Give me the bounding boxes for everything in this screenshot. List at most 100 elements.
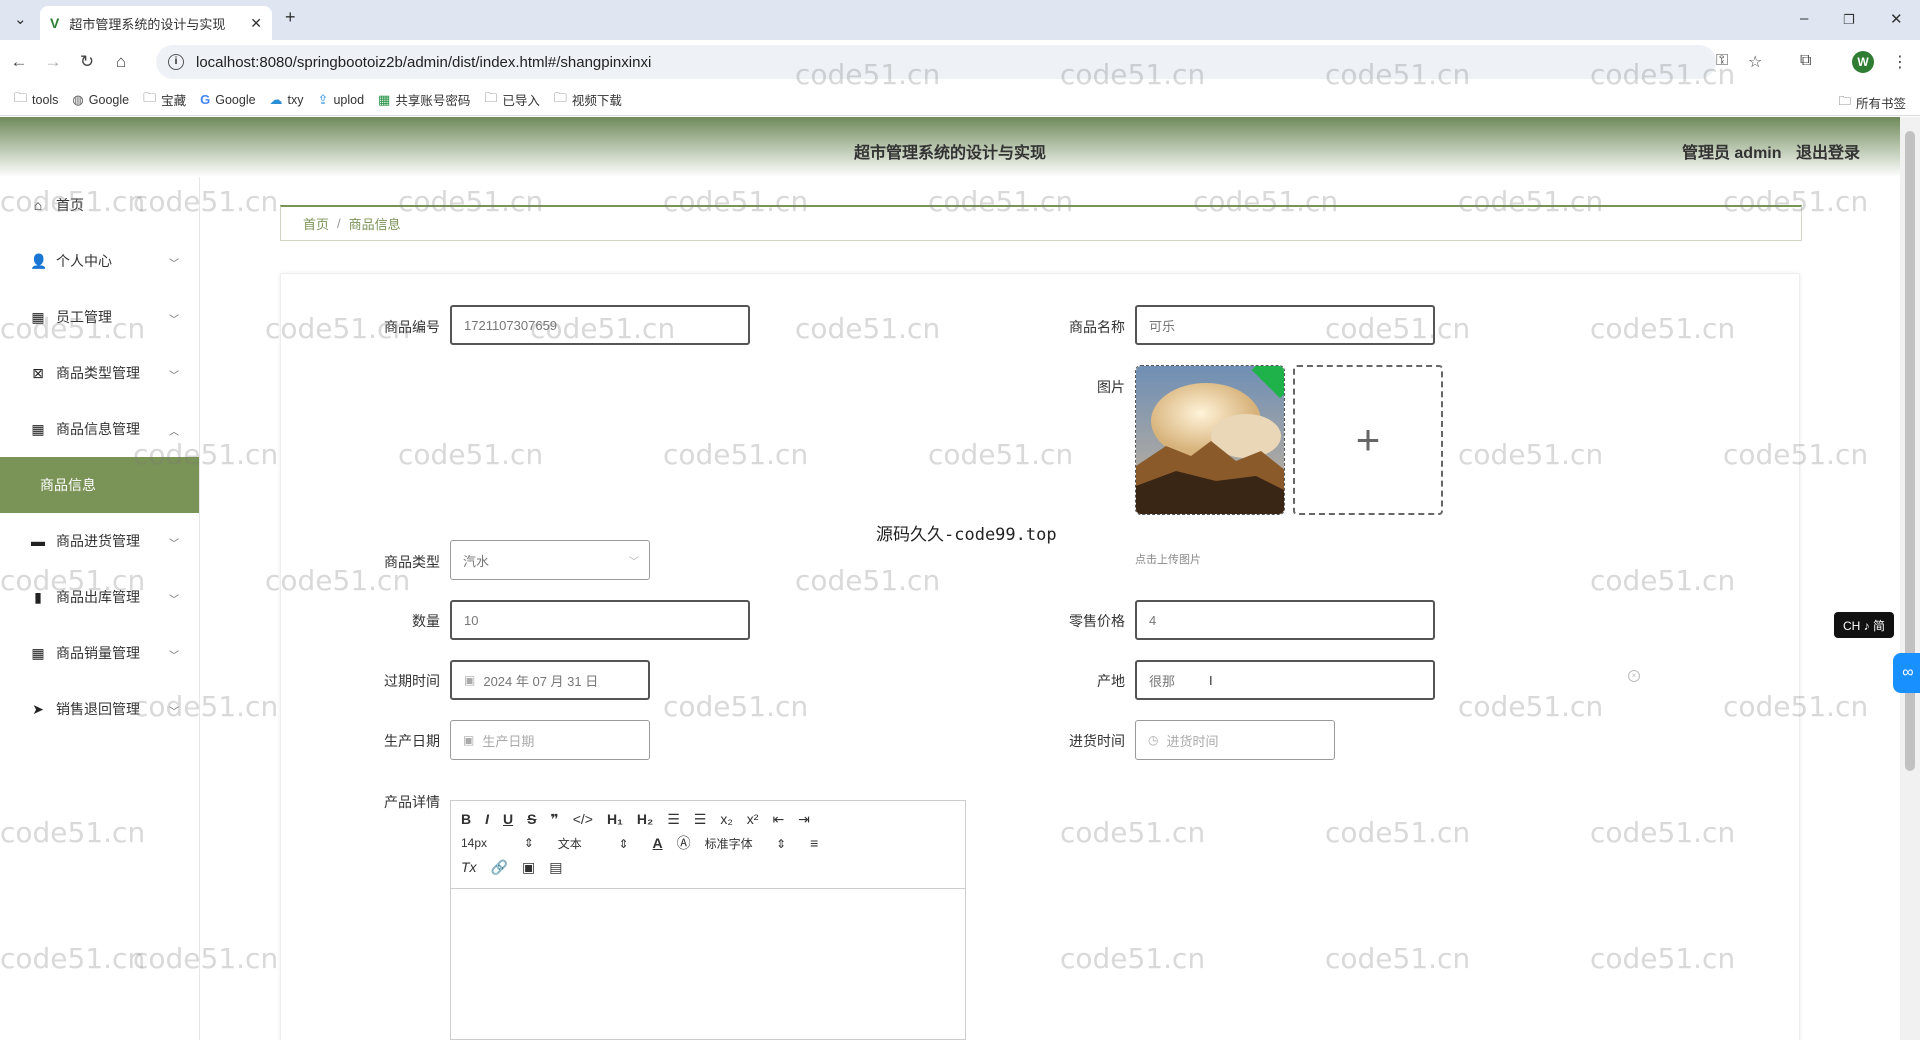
- origin-input[interactable]: 很那 I: [1135, 660, 1435, 700]
- bookmark-uplod[interactable]: ⇪ uplod: [318, 92, 365, 108]
- text-type-select[interactable]: 文本 ⇕: [558, 835, 629, 852]
- italic-icon[interactable]: I: [485, 811, 489, 827]
- bookmark-tools[interactable]: 🗀 tools: [14, 89, 58, 111]
- product-code-input[interactable]: 1721107307659: [450, 305, 750, 345]
- underline-icon[interactable]: U: [503, 811, 513, 827]
- new-tab-icon[interactable]: +: [285, 7, 296, 28]
- quantity-input[interactable]: 10: [450, 600, 750, 640]
- product-image-thumbnail[interactable]: [1135, 365, 1285, 515]
- app-title: 超市管理系统的设计与实现: [853, 145, 1046, 162]
- upload-tip: 点击上传图片: [1135, 554, 1201, 566]
- browser-tab[interactable]: V 超市管理系统的设计与实现 ✕: [40, 6, 272, 40]
- bookmark-star-icon[interactable]: ☆: [1748, 52, 1762, 72]
- align-icon[interactable]: ≡: [810, 835, 818, 851]
- clear-format-icon[interactable]: Tx: [461, 859, 477, 875]
- sidebar-item-home[interactable]: ⌂ 首页: [0, 177, 199, 233]
- password-key-icon[interactable]: ⚿: [1716, 52, 1728, 70]
- indent-icon[interactable]: ⇥: [798, 811, 810, 828]
- page-scrollbar[interactable]: [1900, 117, 1920, 1040]
- video-icon[interactable]: ▤: [549, 859, 562, 876]
- retail-price-input[interactable]: 4: [1135, 600, 1435, 640]
- image-upload-box[interactable]: +: [1293, 365, 1443, 515]
- bookmark-imported[interactable]: 🗀 已导入: [484, 89, 540, 111]
- font-color-icon[interactable]: A: [653, 835, 663, 851]
- background-color-icon[interactable]: Ⓐ: [677, 833, 691, 853]
- bookmark-txy[interactable]: ☁ txy: [270, 92, 304, 108]
- tab-close-icon[interactable]: ✕: [250, 15, 262, 32]
- product-name-input[interactable]: 可乐: [1135, 305, 1435, 345]
- sidebar-item-sales[interactable]: ▦ 商品销量管理 ﹀: [0, 625, 199, 681]
- sidebar-item-product-info-mgmt[interactable]: ▦ 商品信息管理 ︿: [0, 401, 199, 457]
- home-browser-icon[interactable]: ⌂: [106, 52, 136, 72]
- all-bookmarks[interactable]: 🗀 所有书签: [1838, 92, 1906, 113]
- quote-icon[interactable]: ❞: [550, 811, 558, 828]
- image-icon[interactable]: ▣: [522, 859, 535, 876]
- chevron-down-icon: ﹀: [169, 595, 179, 606]
- bookmark-label: 已导入: [502, 94, 540, 108]
- sidebar-item-outbound[interactable]: ▮ 商品出库管理 ﹀: [0, 569, 199, 625]
- floating-assistant-icon[interactable]: ∞: [1893, 653, 1920, 693]
- folder-icon: 🗀: [14, 89, 28, 105]
- stock-time-picker[interactable]: ◷ 进货时间: [1135, 720, 1335, 760]
- heading2-icon[interactable]: H₂: [637, 811, 653, 827]
- window-close-icon[interactable]: ✕: [1890, 10, 1903, 28]
- sidebar-item-product-type[interactable]: ⊠ 商品类型管理 ﹀: [0, 345, 199, 401]
- send-icon: ➤: [32, 701, 44, 717]
- stock-time-label: 进货时间: [1069, 733, 1125, 749]
- folder-icon: 🗀: [553, 89, 567, 105]
- ime-language-badge[interactable]: CH ♪ 简: [1834, 612, 1894, 638]
- outdent-icon[interactable]: ⇤: [772, 811, 784, 828]
- logout-link[interactable]: 退出登录: [1796, 145, 1860, 162]
- font-size-select[interactable]: 14px ⇕: [461, 836, 534, 850]
- home-icon: ⌂: [33, 197, 43, 213]
- bookmark-google[interactable]: ◍ Google: [72, 92, 129, 108]
- clock-icon: ◷: [1148, 733, 1159, 747]
- profile-avatar[interactable]: W: [1852, 51, 1874, 73]
- back-icon[interactable]: ←: [4, 52, 34, 72]
- link-icon[interactable]: 🔗: [491, 859, 508, 876]
- heading1-icon[interactable]: H₁: [607, 811, 623, 827]
- sidebar-item-product-info[interactable]: 商品信息: [0, 457, 199, 513]
- sidebar-item-personal-center[interactable]: 👤 个人中心 ﹀: [0, 233, 199, 289]
- bookmark-label: tools: [32, 92, 59, 107]
- minimize-icon[interactable]: –: [1800, 10, 1808, 27]
- product-type-value: 汽水: [463, 553, 490, 569]
- sidebar-item-label: 商品类型管理: [56, 365, 140, 381]
- tab-list-icon[interactable]: ⌄: [14, 10, 27, 28]
- production-date-picker[interactable]: ▣ 生产日期: [450, 720, 650, 760]
- sidebar-item-purchase[interactable]: ▬ 商品进货管理 ﹀: [0, 513, 199, 569]
- forward-icon[interactable]: →: [38, 52, 68, 72]
- sidebar-item-returns[interactable]: ➤ 销售退回管理 ﹀: [0, 681, 199, 737]
- rich-text-editor: B I U S ❞ </> H₁ H₂ ☰ ☰ x₂ x² ⇤ ⇥ 14px ⇕…: [450, 800, 966, 1040]
- folder-icon: 🗀: [143, 89, 157, 105]
- expire-date-value: 2024 年 07 月 31 日: [483, 673, 599, 689]
- chevron-down-icon: ﹀: [169, 371, 179, 382]
- production-date-placeholder: 生产日期: [482, 733, 535, 749]
- expire-date-picker[interactable]: ▣ 2024 年 07 月 31 日: [450, 660, 650, 700]
- tab-title: 超市管理系统的设计与实现: [69, 16, 226, 32]
- bookmark-treasure[interactable]: 🗀 宝藏: [143, 89, 186, 111]
- bookmark-label: uplod: [333, 92, 365, 107]
- sidebar-item-staff[interactable]: ▦ 员工管理 ﹀: [0, 289, 199, 345]
- address-bar[interactable]: i localhost:8080/springbootoiz2b/admin/d…: [156, 45, 1716, 79]
- subscript-icon[interactable]: x₂: [720, 811, 732, 827]
- extensions-icon[interactable]: ⧉: [1800, 52, 1811, 70]
- superscript-icon[interactable]: x²: [747, 811, 759, 827]
- globe-icon: ◍: [72, 91, 84, 107]
- font-family-select[interactable]: 标准字体 ⇕: [705, 835, 786, 852]
- site-info-icon[interactable]: i: [168, 54, 184, 70]
- bookmark-shared-accounts[interactable]: ▦ 共享账号密码: [378, 90, 470, 109]
- browser-menu-icon[interactable]: ⋮: [1892, 52, 1908, 72]
- ordered-list-icon[interactable]: ☰: [667, 811, 680, 828]
- strike-icon[interactable]: S: [527, 811, 536, 827]
- bold-icon[interactable]: B: [461, 811, 471, 827]
- product-type-select[interactable]: 汽水 ﹀: [450, 540, 650, 580]
- reload-icon[interactable]: ↻: [72, 52, 102, 72]
- restore-icon[interactable]: ❐: [1843, 12, 1855, 28]
- code-icon[interactable]: </>: [573, 811, 593, 827]
- bookmark-google-2[interactable]: G Google: [200, 92, 255, 107]
- bullet-list-icon[interactable]: ☰: [694, 811, 707, 828]
- breadcrumb-home[interactable]: 首页: [303, 214, 329, 233]
- clear-icon[interactable]: ×: [1628, 670, 1640, 682]
- bookmark-video-download[interactable]: 🗀 视频下载: [554, 89, 622, 111]
